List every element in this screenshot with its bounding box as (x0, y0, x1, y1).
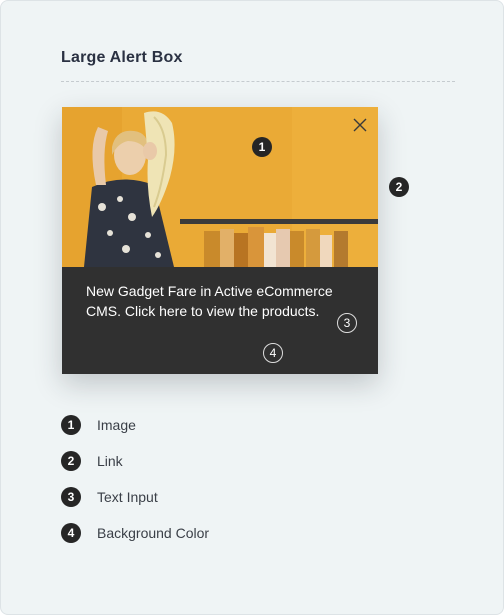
legend-marker: 4 (61, 523, 81, 543)
marker-image: 1 (252, 137, 272, 157)
alert-message[interactable]: New Gadget Fare in Active eCommerce CMS.… (86, 281, 356, 321)
marker-text-input: 3 (337, 313, 357, 333)
legend-item-background-color: 4 Background Color (61, 523, 209, 543)
page-title: Large Alert Box (61, 49, 183, 66)
component-panel: Large Alert Box New Gadget Fare in Activ… (0, 0, 504, 615)
legend-marker: 1 (61, 415, 81, 435)
fashion-photo (62, 107, 378, 267)
marker-background-color: 4 (263, 343, 283, 363)
legend-label: Background Color (97, 525, 210, 541)
legend-item-link: 2 Link (61, 451, 123, 471)
alert-image[interactable] (62, 107, 378, 267)
legend-label: Link (97, 453, 123, 469)
large-alert-box[interactable]: New Gadget Fare in Active eCommerce CMS.… (62, 107, 378, 374)
close-icon (353, 118, 367, 132)
legend-marker: 2 (61, 451, 81, 471)
legend-label: Image (97, 417, 136, 433)
legend-marker: 3 (61, 487, 81, 507)
close-button[interactable] (352, 117, 368, 133)
title-divider (61, 81, 455, 82)
legend-item-text-input: 3 Text Input (61, 487, 158, 507)
marker-link: 2 (389, 177, 409, 197)
legend-item-image: 1 Image (61, 415, 136, 435)
legend-label: Text Input (97, 489, 158, 505)
